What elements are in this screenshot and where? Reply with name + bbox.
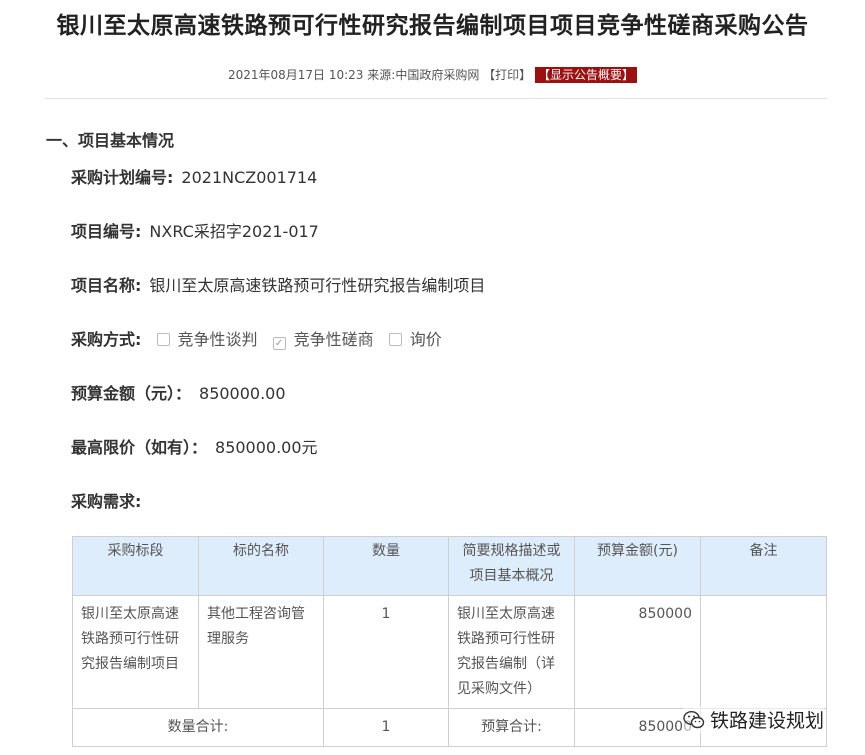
field-label: 预算金额（元）：: [71, 384, 192, 403]
project-name-field: 项目名称: 银川至太原高速铁路预可行性研究报告编制项目: [71, 272, 485, 296]
total-qty-value: 1: [323, 708, 449, 747]
show-summary-button[interactable]: 【显示公告概要】: [535, 67, 638, 83]
column-header: 预算金额(元): [574, 536, 701, 596]
field-value: 850000.00元: [215, 438, 318, 457]
plan-number-field: 采购计划编号: 2021NCZ001714: [71, 164, 317, 188]
field-label: 采购计划编号:: [71, 168, 174, 187]
checkbox-negotiation[interactable]: [156, 333, 170, 346]
checkbox-consultation[interactable]: ✓: [272, 337, 286, 350]
option-label: 询价: [409, 330, 442, 349]
max-price-field: 最高限价（如有）： 850000.00元: [71, 434, 318, 458]
print-link[interactable]: 【打印】: [483, 68, 531, 82]
field-value: NXRC采招字2021-017: [149, 222, 319, 241]
total-qty-label: 数量合计:: [72, 708, 324, 747]
field-label: 采购需求:: [71, 492, 142, 511]
table-header-row: 采购标段 标的名称 数量 简要规格描述或项目基本概况 预算金额(元) 备注: [72, 536, 827, 596]
table-cell: 银川至太原高速铁路预可行性研究报告编制（详见采购文件）: [448, 595, 575, 709]
divider: [45, 98, 827, 99]
column-header: 数量: [323, 536, 449, 596]
article-meta: 2021年08月17日 10:23 来源:中国政府采购网 【打印】 【显示公告概…: [0, 66, 865, 83]
page-title: 银川至太原高速铁路预可行性研究报告编制项目项目竞争性磋商采购公告: [56, 13, 809, 39]
project-number-field: 项目编号: NXRC采招字2021-017: [71, 218, 319, 242]
table-cell: 其他工程咨询管理服务: [198, 595, 324, 709]
option-label: 竞争性磋商: [293, 330, 374, 349]
table-cell: [700, 595, 827, 709]
field-label: 项目名称:: [71, 276, 142, 295]
table-cell: 1: [323, 595, 449, 709]
watermark-text: 铁路建设规划: [710, 710, 825, 732]
column-header: 采购标段: [72, 536, 199, 596]
table-cell: 850000: [574, 595, 701, 709]
total-budget-value: 850000: [574, 708, 701, 747]
field-label: 最高限价（如有）：: [71, 438, 208, 457]
budget-field: 预算金额（元）： 850000.00: [71, 380, 286, 404]
watermark: 铁路建设规划: [683, 706, 825, 733]
procurement-method-field: 采购方式: 竞争性谈判 ✓ 竞争性磋商 询价: [71, 326, 442, 350]
section-title: 一、项目基本情况: [46, 131, 175, 150]
column-header: 标的名称: [198, 536, 324, 596]
checkbox-inquiry[interactable]: [388, 333, 402, 346]
column-header: 备注: [700, 536, 827, 596]
source-link[interactable]: 中国政府采购网: [395, 68, 479, 82]
source-label: 来源:: [367, 68, 396, 82]
column-header: 简要规格描述或项目基本概况: [448, 536, 575, 596]
requirements-heading: 采购需求:: [71, 488, 141, 512]
total-budget-label: 预算合计:: [448, 708, 575, 747]
field-value: 850000.00: [199, 384, 286, 403]
wechat-icon: [683, 710, 705, 728]
table-row: 银川至太原高速铁路预可行性研究报告编制项目 其他工程咨询管理服务 1 银川至太原…: [72, 595, 827, 709]
field-value: 银川至太原高速铁路预可行性研究报告编制项目: [149, 276, 486, 295]
field-value: 2021NCZ001714: [181, 168, 318, 187]
field-label: 采购方式:: [71, 330, 142, 349]
option-label: 竞争性谈判: [177, 330, 258, 349]
publish-datetime: 2021年08月17日 10:23: [227, 68, 364, 82]
field-label: 项目编号:: [71, 222, 142, 241]
table-cell: 银川至太原高速铁路预可行性研究报告编制项目: [72, 595, 199, 709]
